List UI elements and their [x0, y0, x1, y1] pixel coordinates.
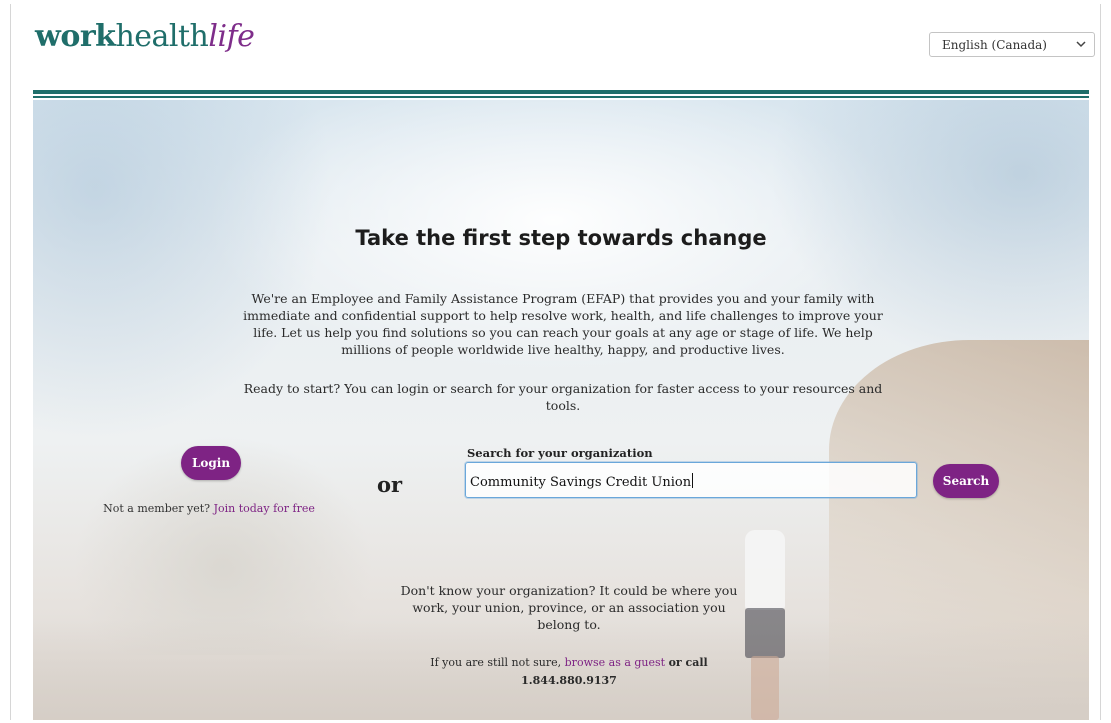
- or-separator: or: [377, 472, 403, 497]
- search-input-value: Community Savings Credit Union: [470, 475, 692, 490]
- logo-life: life: [208, 19, 255, 54]
- not-member-label: Not a member yet?: [103, 502, 211, 515]
- phone-number[interactable]: 1.844.880.9137: [521, 674, 617, 687]
- page-title: Take the first step towards change: [355, 226, 767, 250]
- text-cursor: [692, 473, 694, 488]
- language-select[interactable]: English (Canada): [929, 32, 1095, 57]
- login-button[interactable]: Login: [181, 446, 241, 480]
- chevron-down-icon: [1076, 35, 1086, 56]
- organization-search-input[interactable]: Community Savings Credit Union: [465, 462, 917, 498]
- or-call-text: or call: [668, 656, 708, 669]
- browse-as-guest-link[interactable]: browse as a guest: [565, 656, 665, 669]
- guest-help-text: If you are still not sure, browse as a g…: [389, 654, 749, 690]
- search-button[interactable]: Search: [933, 464, 999, 498]
- workhealthlife-logo[interactable]: workhealthlife: [35, 19, 255, 54]
- logo-work: work: [35, 19, 116, 54]
- search-label: Search for your organization: [467, 446, 653, 460]
- header-divider-thick: [33, 90, 1089, 94]
- hero-section: Take the first step towards change We're…: [33, 100, 1089, 720]
- dont-know-text: Don't know your organization? It could b…: [400, 583, 738, 632]
- join-link[interactable]: Join today for free: [214, 502, 315, 515]
- header-divider-thin: [33, 96, 1089, 98]
- ready-paragraph: Ready to start? You can login or search …: [243, 381, 883, 413]
- intro-paragraph: We're an Employee and Family Assistance …: [243, 291, 883, 357]
- logo-health: health: [115, 19, 209, 54]
- hero-content: Take the first step towards change We're…: [33, 100, 1089, 720]
- still-not-sure-text: If you are still not sure,: [430, 656, 562, 669]
- language-select-value: English (Canada): [942, 38, 1047, 52]
- site-header: workhealthlife English (Canada): [11, 4, 1100, 90]
- not-member-text: Not a member yet? Join today for free: [73, 502, 345, 515]
- browser-page: workhealthlife English (Canada) Take the…: [10, 4, 1101, 720]
